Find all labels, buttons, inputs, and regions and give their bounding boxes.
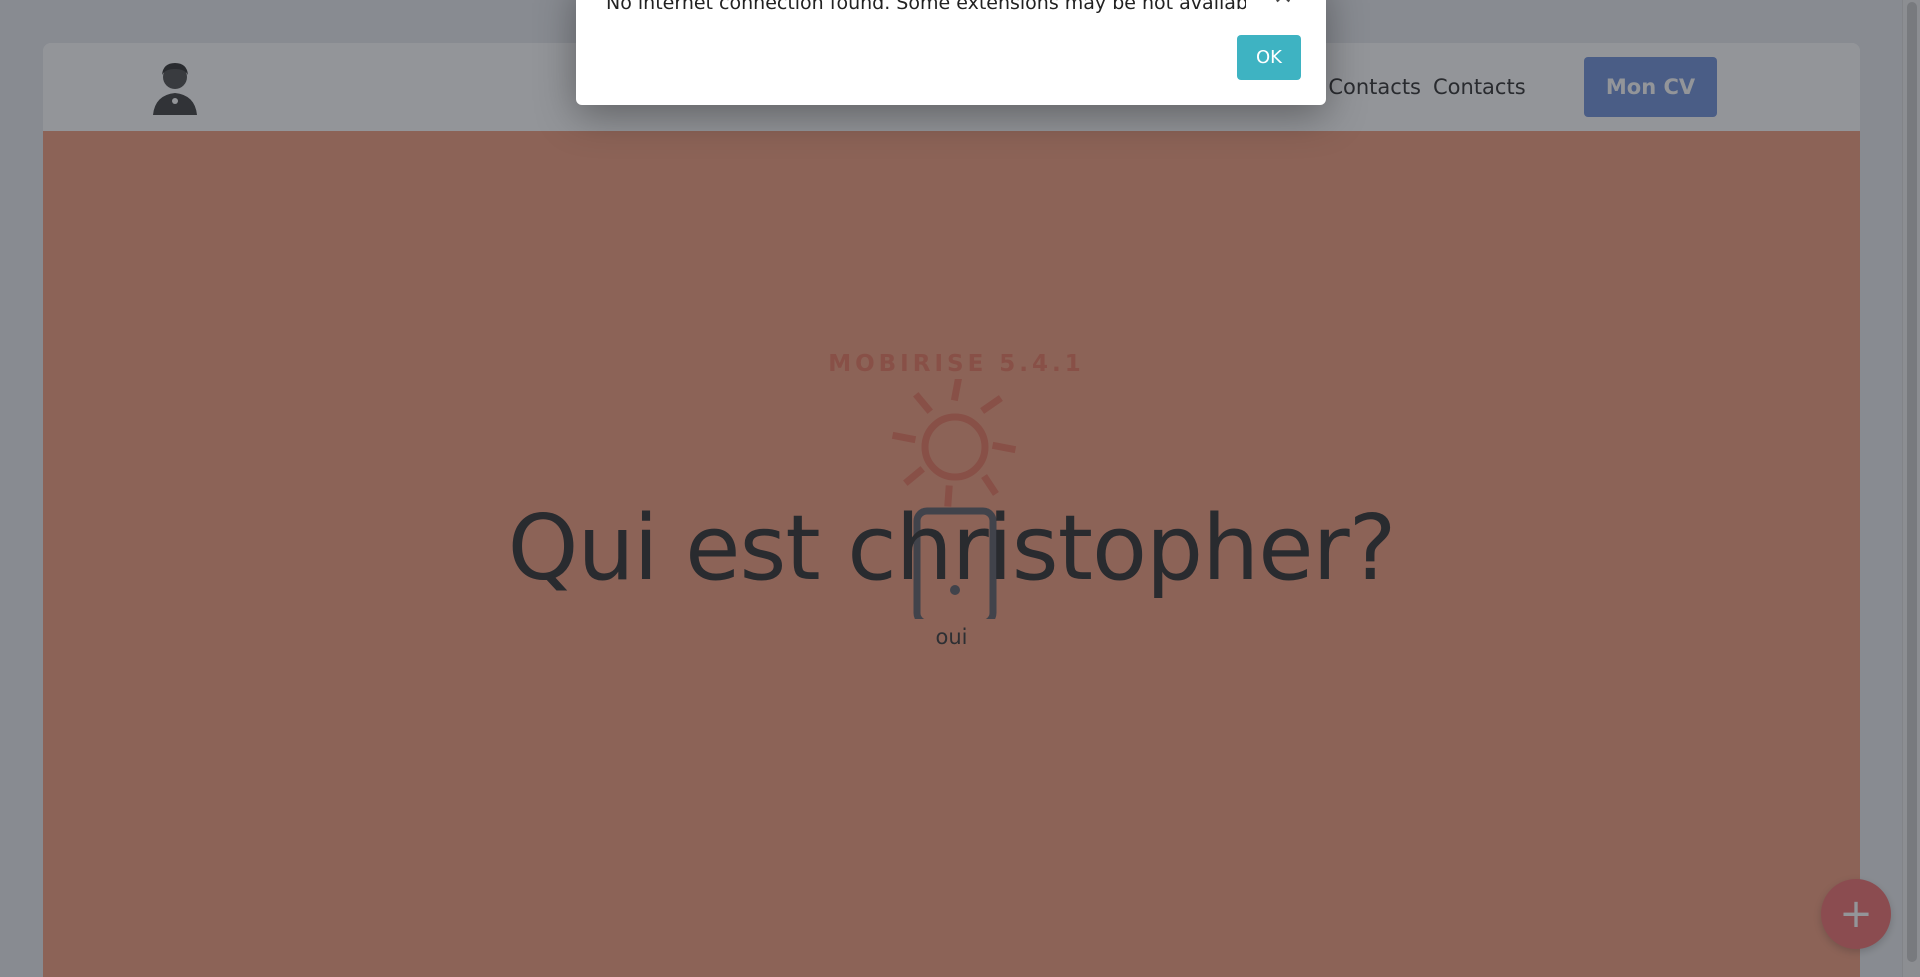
dialog-message: No internet connection found. Some exten… (606, 0, 1246, 14)
close-icon[interactable]: ✕ (1268, 0, 1298, 10)
connection-alert-dialog: No internet connection found. Some exten… (576, 0, 1326, 105)
ok-button[interactable]: OK (1237, 35, 1301, 80)
modal-overlay[interactable] (0, 0, 1920, 977)
